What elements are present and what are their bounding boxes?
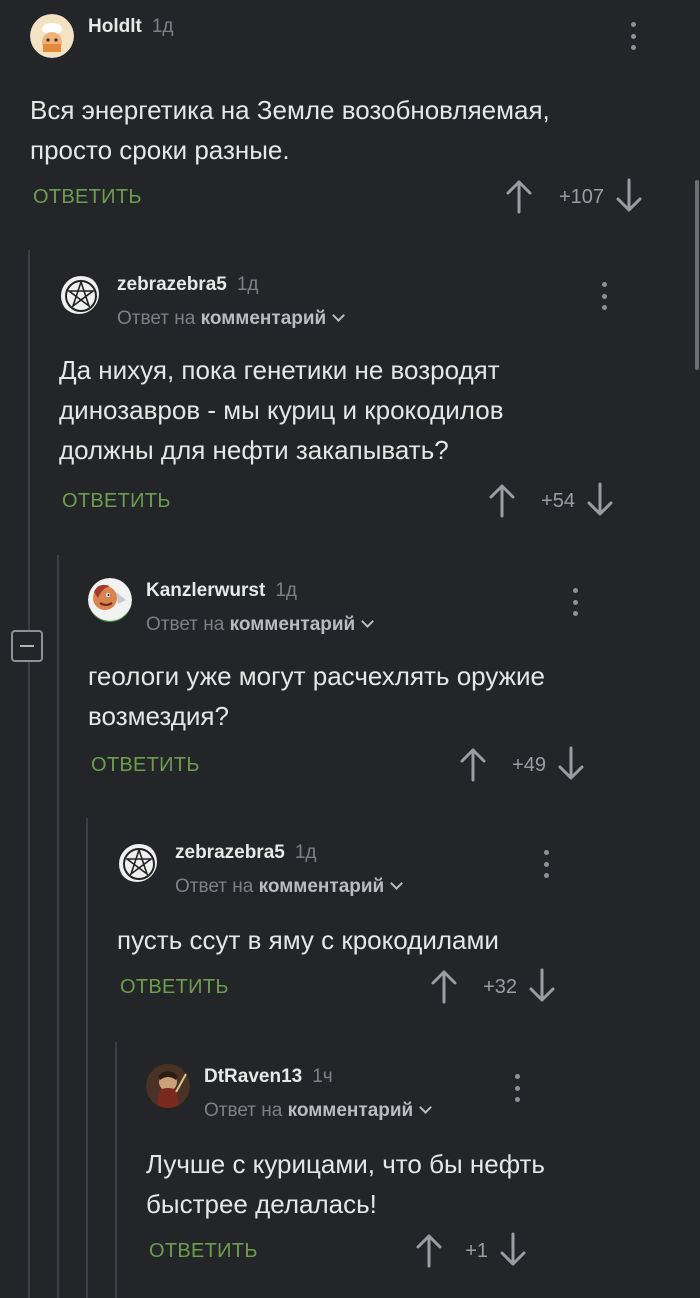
reply-button[interactable]: ОТВЕТИТЬ — [33, 186, 142, 209]
thread-line-level-3 — [86, 818, 88, 1298]
comment-text: геологи уже могут расчехлять оружие возм… — [88, 661, 546, 731]
comment-text: Вся энергетика на Земле возобновляемая, … — [30, 95, 550, 165]
collapse-thread-button[interactable] — [11, 630, 43, 662]
arrow-up-icon[interactable] — [429, 968, 459, 1004]
comment-text: пусть ссут в яму с крокодилами — [117, 925, 499, 955]
chevron-down-icon — [390, 877, 404, 890]
arrow-down-icon[interactable] — [498, 1232, 528, 1268]
comment-time: 1д — [275, 580, 297, 601]
thread-line-level-2 — [57, 555, 59, 1298]
thread-line-level-4 — [115, 1042, 117, 1298]
comment-score: +1 — [465, 1240, 488, 1262]
username[interactable]: zebrazebra5 1д — [117, 274, 259, 296]
avatar[interactable] — [146, 1064, 190, 1108]
chevron-down-icon — [361, 615, 375, 628]
reply-button[interactable]: ОТВЕТИТЬ — [120, 976, 229, 999]
thread-line-level-1 — [28, 250, 30, 1298]
comment-time: 1ч — [312, 1066, 333, 1087]
reply-to-link[interactable]: Ответ на комментарий — [146, 614, 375, 636]
reply-to-link[interactable]: Ответ на комментарий — [204, 1100, 433, 1122]
avatar[interactable] — [117, 842, 157, 882]
arrow-down-icon[interactable] — [527, 968, 557, 1004]
comment-score: +54 — [541, 490, 575, 512]
reply-button[interactable]: ОТВЕТИТЬ — [91, 754, 200, 777]
arrow-down-icon[interactable] — [585, 482, 615, 518]
more-vertical-icon[interactable] — [543, 850, 549, 878]
reply-to-link[interactable]: Ответ на комментарий — [117, 308, 346, 330]
avatar[interactable] — [30, 14, 74, 58]
comment-time: 1д — [236, 274, 259, 295]
arrow-up-icon[interactable] — [487, 482, 517, 518]
comment-text: Лучше с курицами, что бы нефть быстрее д… — [146, 1149, 545, 1219]
username[interactable]: zebrazebra5 1д — [175, 842, 317, 864]
more-vertical-icon[interactable] — [630, 22, 636, 50]
reply-to-link[interactable]: Ответ на комментарий — [175, 876, 404, 898]
avatar[interactable] — [59, 274, 99, 314]
comment: Kanzlerwurst 1д Ответ на комментарий геол… — [88, 578, 700, 782]
chevron-down-icon — [419, 1101, 433, 1114]
arrow-down-icon[interactable] — [556, 746, 586, 782]
comment-score: +107 — [558, 186, 604, 208]
comment: zebrazebra5 1д Ответ на комментарий пусть… — [117, 840, 700, 1004]
comment-time: 1д — [151, 16, 174, 37]
comment-score: +32 — [483, 976, 517, 998]
reply-button[interactable]: ОТВЕТИТЬ — [62, 490, 171, 513]
comment: zebrazebra5 1д Ответ на комментарий Да ни… — [59, 272, 700, 518]
more-vertical-icon[interactable] — [572, 588, 578, 616]
username[interactable]: DtRaven13 1ч — [204, 1066, 333, 1088]
reply-button[interactable]: ОТВЕТИТЬ — [149, 1240, 258, 1263]
more-vertical-icon[interactable] — [601, 282, 607, 310]
comment-score: +49 — [512, 754, 546, 776]
comment: Holdlt 1д Вся энергетика на Земле возобно… — [30, 14, 700, 214]
username[interactable]: Holdlt 1д — [88, 16, 173, 38]
comment-text: Да нихуя, пока генетики не возродят дино… — [59, 355, 504, 465]
minus-icon — [20, 645, 34, 647]
more-vertical-icon[interactable] — [514, 1074, 520, 1102]
chevron-down-icon — [332, 309, 346, 322]
arrow-up-icon[interactable] — [458, 746, 488, 782]
avatar[interactable] — [88, 578, 132, 622]
comment-time: 1д — [294, 842, 317, 863]
scrollbar[interactable] — [695, 180, 699, 370]
arrow-up-icon[interactable] — [504, 178, 534, 214]
arrow-down-icon[interactable] — [614, 178, 644, 214]
username[interactable]: Kanzlerwurst 1д — [146, 580, 297, 602]
comment: DtRaven13 1ч Ответ на комментарий Лучше с… — [146, 1064, 700, 1268]
